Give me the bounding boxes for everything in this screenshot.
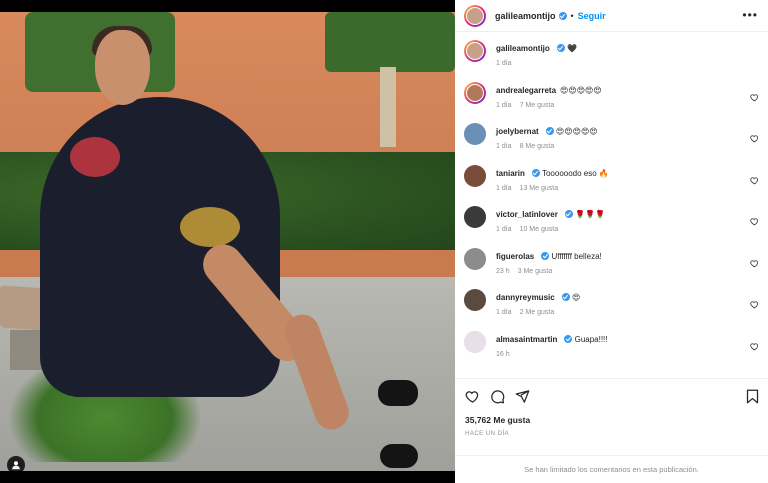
comment-text: 😍😍😍😍😍 bbox=[555, 127, 598, 136]
comment-row: figuerolas Ufffffff belleza! 23 h 3 Me gu… bbox=[455, 246, 768, 288]
comment-username[interactable]: dannyreymusic bbox=[496, 293, 555, 302]
share-icon[interactable] bbox=[515, 389, 530, 404]
comment-likes[interactable]: 10 Me gusta bbox=[520, 226, 559, 233]
heart-icon[interactable] bbox=[465, 389, 480, 404]
comment-time: 1 día bbox=[496, 184, 512, 192]
comment-username[interactable]: andrealegarreta bbox=[496, 86, 556, 95]
post-actions: 35,762 Me gusta HACE UN DÍA bbox=[455, 378, 768, 458]
comments-list[interactable]: galileamontijo 🖤 1 día andrealegarreta 😍😍… bbox=[455, 38, 768, 373]
comment-time: 16 h bbox=[496, 350, 510, 358]
avatar[interactable] bbox=[464, 330, 486, 353]
comment-row: taniarin Toooooodo eso 🔥 1 día 13 Me gust… bbox=[455, 163, 768, 205]
comment-time: 23 h bbox=[496, 267, 510, 275]
comment-time: 1 día bbox=[496, 143, 512, 150]
heart-icon[interactable] bbox=[750, 259, 759, 268]
comment-row: andrealegarreta 😍😍😍😍😍 1 día 7 Me gusta bbox=[455, 80, 768, 122]
avatar[interactable] bbox=[464, 247, 486, 270]
comment-text: 😍 bbox=[571, 293, 581, 302]
comment-text: 😍😍😍😍😍 bbox=[560, 85, 602, 95]
verified-badge-icon bbox=[564, 210, 573, 218]
comment-likes[interactable]: 2 Me gusta bbox=[520, 309, 555, 316]
comment-likes[interactable]: 7 Me gusta bbox=[520, 102, 555, 109]
comment-username[interactable]: victor_latinlover bbox=[496, 210, 558, 219]
instagram-post-modal: galileamontijo • Seguir ••• galileamonti… bbox=[0, 0, 768, 483]
verified-badge-icon bbox=[545, 127, 554, 135]
avatar[interactable] bbox=[464, 164, 486, 187]
comment-text: Toooooodo eso 🔥 bbox=[541, 168, 609, 178]
avatar[interactable] bbox=[464, 40, 486, 62]
bookmark-icon[interactable] bbox=[745, 389, 760, 404]
post-time-ago: HACE UN DÍA bbox=[465, 431, 510, 437]
verified-badge-icon bbox=[556, 44, 565, 52]
follow-button[interactable]: Seguir bbox=[578, 11, 606, 21]
comment-username[interactable]: taniarin bbox=[496, 169, 525, 178]
comment-row: joelybernat 😍😍😍😍😍 1 día 8 Me gusta bbox=[455, 121, 768, 163]
heart-icon[interactable] bbox=[750, 217, 759, 226]
comment-username[interactable]: joelybernat bbox=[496, 127, 539, 136]
comment-username[interactable]: figuerolas bbox=[496, 252, 534, 261]
separator-dot: • bbox=[570, 10, 574, 21]
avatar[interactable] bbox=[464, 289, 486, 311]
comment-text: 🌹🌹🌹 bbox=[575, 210, 605, 219]
header-username[interactable]: galileamontijo bbox=[495, 11, 556, 21]
photo-shoe bbox=[380, 444, 418, 468]
avatar[interactable] bbox=[464, 123, 486, 145]
verified-badge-icon bbox=[541, 251, 550, 260]
comment-text: Ufffffff belleza! bbox=[551, 251, 602, 261]
caption-text: 🖤 bbox=[567, 44, 577, 53]
comment-likes[interactable]: 13 Me gusta bbox=[520, 185, 559, 192]
user-icon[interactable] bbox=[7, 456, 25, 471]
photo-tree-right bbox=[325, 12, 455, 72]
photo-tree-trunk bbox=[380, 67, 396, 147]
comment-likes[interactable]: 3 Me gusta bbox=[518, 268, 553, 275]
comment-time: 1 día bbox=[496, 309, 512, 316]
likes-count[interactable]: 35,762 Me gusta bbox=[465, 415, 530, 425]
photo-head bbox=[95, 30, 150, 105]
verified-badge-icon bbox=[558, 11, 567, 20]
caption-username[interactable]: galileamontijo bbox=[496, 44, 550, 53]
heart-icon[interactable] bbox=[750, 93, 759, 102]
post-photo[interactable] bbox=[0, 12, 455, 471]
verified-badge-icon bbox=[531, 168, 540, 177]
photo-dress bbox=[40, 97, 280, 397]
avatar[interactable] bbox=[464, 206, 486, 228]
photo-shoe bbox=[378, 380, 418, 406]
post-header: galileamontijo • Seguir ••• bbox=[455, 0, 768, 32]
post-side-panel: galileamontijo • Seguir ••• galileamonti… bbox=[455, 0, 768, 483]
verified-badge-icon bbox=[561, 293, 570, 301]
heart-icon[interactable] bbox=[750, 300, 759, 309]
more-options-button[interactable]: ••• bbox=[742, 8, 758, 22]
comment-row: almasaintmartin Guapa!!!! 16 h bbox=[455, 329, 768, 371]
comment-time: 1 día bbox=[496, 101, 512, 109]
comment-time: 1 día bbox=[496, 226, 512, 233]
heart-icon[interactable] bbox=[750, 342, 759, 351]
avatar[interactable] bbox=[464, 81, 486, 104]
heart-icon[interactable] bbox=[750, 176, 759, 185]
comment-likes[interactable]: 8 Me gusta bbox=[520, 143, 555, 150]
comments-limited-notice: Se han limitado los comentarios en esta … bbox=[455, 455, 768, 483]
verified-badge-icon bbox=[564, 334, 573, 343]
comment-icon[interactable] bbox=[490, 389, 505, 404]
comment-row: dannyreymusic 😍 1 día 2 Me gusta bbox=[455, 287, 768, 329]
avatar[interactable] bbox=[464, 4, 486, 27]
heart-icon[interactable] bbox=[750, 134, 759, 143]
comment-text: Guapa!!!! bbox=[574, 334, 608, 344]
caption-row: galileamontijo 🖤 1 día bbox=[455, 38, 768, 80]
caption-time: 1 día bbox=[496, 60, 512, 67]
comment-username[interactable]: almasaintmartin bbox=[496, 335, 557, 344]
comment-row: victor_latinlover 🌹🌹🌹 1 día 10 Me gusta bbox=[455, 204, 768, 246]
